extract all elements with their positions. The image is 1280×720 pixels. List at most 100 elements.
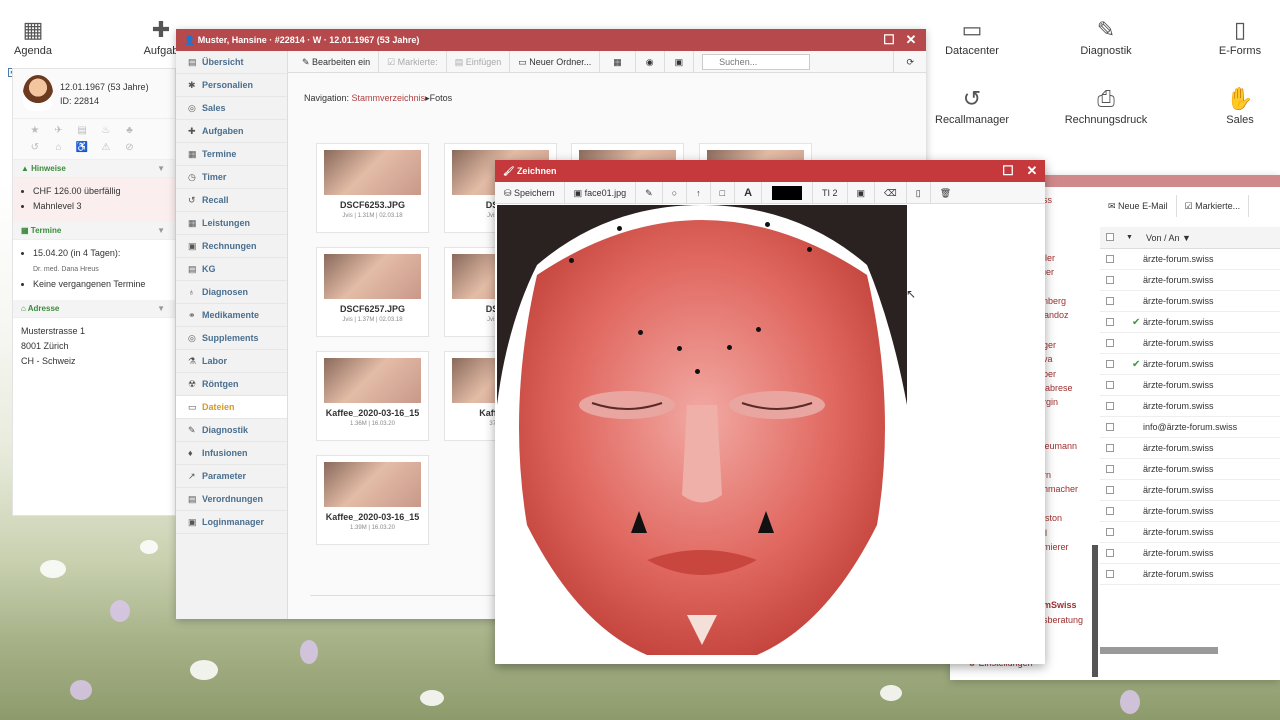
sort-icon[interactable]: ▼: [1126, 227, 1133, 249]
launcher-diagnostik[interactable]: ✎ Diagnostik: [1051, 15, 1161, 57]
color-swatch[interactable]: [772, 185, 803, 200]
refresh-icon[interactable]: ⟳: [893, 50, 926, 73]
sidebar-item-diagnostik[interactable]: ✎ Diagnostik: [176, 419, 287, 442]
horizontal-scrollbar[interactable]: [310, 595, 510, 617]
sidebar-item-parameter[interactable]: ↗ Parameter: [176, 465, 287, 488]
sidebar-item-loginmanager[interactable]: ▣ Loginmanager: [176, 511, 287, 534]
launcher-datacenter[interactable]: ▭ Datacenter: [917, 15, 1027, 57]
marked-button[interactable]: ☑ Markierte:: [379, 50, 447, 73]
row-checkbox[interactable]: [1106, 318, 1114, 326]
file-thumbnail[interactable]: Kaffee_2020-03-16_15 1.36M | 16.03.20: [316, 351, 429, 441]
save-button[interactable]: ⛁ Speichern: [495, 181, 565, 204]
row-checkbox[interactable]: [1106, 549, 1114, 557]
sidebar-item-dateien[interactable]: ▭ Dateien: [176, 396, 287, 419]
row-checkbox[interactable]: [1106, 423, 1114, 431]
trash-icon[interactable]: 🗑: [931, 182, 960, 204]
grid-view-icon[interactable]: ▦: [600, 50, 636, 73]
maximize-button[interactable]: ☐: [880, 29, 898, 51]
mail-row[interactable]: ärzte-forum.swiss: [1100, 522, 1280, 543]
new-page-icon[interactable]: ▯: [907, 181, 931, 204]
sidebar-item-supplements[interactable]: ◎ Supplements: [176, 327, 287, 350]
file-thumbnail[interactable]: Kaffee_2020-03-16_15 1.39M | 16.03.20: [316, 455, 429, 545]
sidebar-item-übersicht[interactable]: ▤ Übersicht: [176, 51, 287, 74]
mail-row[interactable]: ärzte-forum.swiss: [1100, 438, 1280, 459]
paste-button[interactable]: ▤ Einfügen: [447, 50, 511, 73]
row-checkbox[interactable]: [1106, 381, 1114, 389]
mail-row[interactable]: ärzte-forum.swiss: [1100, 270, 1280, 291]
text-tool-icon[interactable]: A: [735, 181, 763, 204]
breadcrumb-root[interactable]: Stammverzeichnis: [352, 93, 426, 103]
edit-button[interactable]: ✎ Bearbeiten ein: [288, 50, 380, 73]
arrow-tool-icon[interactable]: ↑: [687, 181, 711, 204]
row-checkbox[interactable]: [1106, 507, 1114, 515]
row-checkbox[interactable]: [1106, 360, 1114, 368]
termine-header[interactable]: ▦ Termine ▼: [13, 222, 175, 240]
history-icon[interactable]: ↺: [23, 142, 47, 153]
sidebar-item-infusionen[interactable]: ♦ Infusionen: [176, 442, 287, 465]
font-size-button[interactable]: TI 2: [812, 181, 848, 204]
mail-row[interactable]: ärzte-forum.swiss: [1100, 396, 1280, 417]
card-icon[interactable]: ▤: [70, 125, 94, 136]
launcher-agenda[interactable]: ▦ Agenda: [0, 15, 88, 57]
file-thumbnail[interactable]: DSCF6253.JPG Jvis | 1.31M | 02.03.18: [316, 143, 429, 233]
new-mail-button[interactable]: ✉ Neue E-Mail: [1100, 195, 1177, 217]
launcher-rechnungsdruck[interactable]: ⎙ Rechnungsdruck: [1051, 84, 1161, 126]
vertical-scrollbar[interactable]: [1092, 545, 1098, 677]
plane-icon[interactable]: ✈: [47, 125, 71, 136]
sidebar-item-timer[interactable]: ◷ Timer: [176, 166, 287, 189]
wheelchair-icon[interactable]: ♿: [70, 142, 94, 153]
home-icon[interactable]: ⌂: [47, 142, 71, 153]
row-checkbox[interactable]: [1106, 255, 1114, 263]
sidebar-item-recall[interactable]: ↺ Recall: [176, 189, 287, 212]
file-name-button[interactable]: ▣ face01.jpg: [565, 181, 637, 204]
file-thumbnail[interactable]: DSCF6257.JPG Jvis | 1.37M | 02.03.18: [316, 247, 429, 337]
camera-icon[interactable]: ▣: [848, 181, 876, 204]
mark-button[interactable]: ☑ Markierte...: [1177, 195, 1250, 217]
launcher-recallmanager[interactable]: ↺ Recallmanager: [917, 84, 1027, 126]
files-window-titlebar[interactable]: 👤 Muster, Hansine · #22814 · W · 12.01.1…: [176, 29, 926, 51]
row-checkbox[interactable]: [1106, 570, 1114, 578]
star-icon[interactable]: ★: [23, 125, 47, 136]
mail-row[interactable]: ärzte-forum.swiss: [1100, 291, 1280, 312]
mail-row[interactable]: ärzte-forum.swiss: [1100, 480, 1280, 501]
sidebar-item-sales[interactable]: ◎ Sales: [176, 97, 287, 120]
mail-row[interactable]: ✔ ärzte-forum.swiss: [1100, 312, 1280, 333]
row-checkbox[interactable]: [1106, 528, 1114, 536]
sidebar-item-leistungen[interactable]: ▦ Leistungen: [176, 212, 287, 235]
mail-row[interactable]: info@ärzte-forum.swiss: [1100, 417, 1280, 438]
mail-row[interactable]: ✔ ärzte-forum.swiss: [1100, 354, 1280, 375]
search-input[interactable]: [702, 53, 811, 70]
row-checkbox[interactable]: [1106, 486, 1114, 494]
column-from[interactable]: Von / An: [1146, 233, 1180, 243]
sidebar-item-labor[interactable]: ⚗ Labor: [176, 350, 287, 373]
sidebar-item-diagnosen[interactable]: ♁ Diagnosen: [176, 281, 287, 304]
mail-scrollbar[interactable]: [1100, 647, 1218, 654]
ban-icon[interactable]: ⊘: [118, 142, 142, 153]
mail-row[interactable]: ärzte-forum.swiss: [1100, 333, 1280, 354]
brush-tool-icon[interactable]: ✎: [636, 181, 663, 204]
close-button[interactable]: ✕: [902, 29, 920, 51]
hinweise-header[interactable]: ▲ Hinweise ▼: [13, 160, 175, 178]
mail-row[interactable]: ärzte-forum.swiss: [1100, 375, 1280, 396]
row-checkbox[interactable]: [1106, 276, 1114, 284]
row-checkbox[interactable]: [1106, 444, 1114, 452]
select-all-checkbox[interactable]: [1106, 233, 1114, 241]
mail-row[interactable]: ärzte-forum.swiss: [1100, 564, 1280, 585]
sidebar-item-kg[interactable]: ▤ KG: [176, 258, 287, 281]
sidebar-item-termine[interactable]: ▦ Termine: [176, 143, 287, 166]
new-folder-button[interactable]: ▭ Neuer Ordner...: [510, 50, 601, 73]
mail-row[interactable]: ärzte-forum.swiss: [1100, 501, 1280, 522]
row-checkbox[interactable]: [1106, 465, 1114, 473]
mail-row[interactable]: ärzte-forum.swiss: [1100, 543, 1280, 564]
launcher-eforms[interactable]: ▯ E-Forms: [1185, 15, 1280, 57]
drawing-canvas[interactable]: [497, 205, 1043, 662]
adresse-header[interactable]: ⌂ Adresse ▼: [13, 300, 175, 318]
sidebar-item-röntgen[interactable]: ☢ Röntgen: [176, 373, 287, 396]
sidebar-item-rechnungen[interactable]: ▣ Rechnungen: [176, 235, 287, 258]
mail-row[interactable]: ärzte-forum.swiss: [1100, 249, 1280, 270]
maximize-button[interactable]: ☐: [999, 160, 1017, 182]
row-checkbox[interactable]: [1106, 339, 1114, 347]
sidebar-item-verordnungen[interactable]: ▤ Verordnungen: [176, 488, 287, 511]
mail-row[interactable]: ärzte-forum.swiss: [1100, 459, 1280, 480]
row-checkbox[interactable]: [1106, 402, 1114, 410]
